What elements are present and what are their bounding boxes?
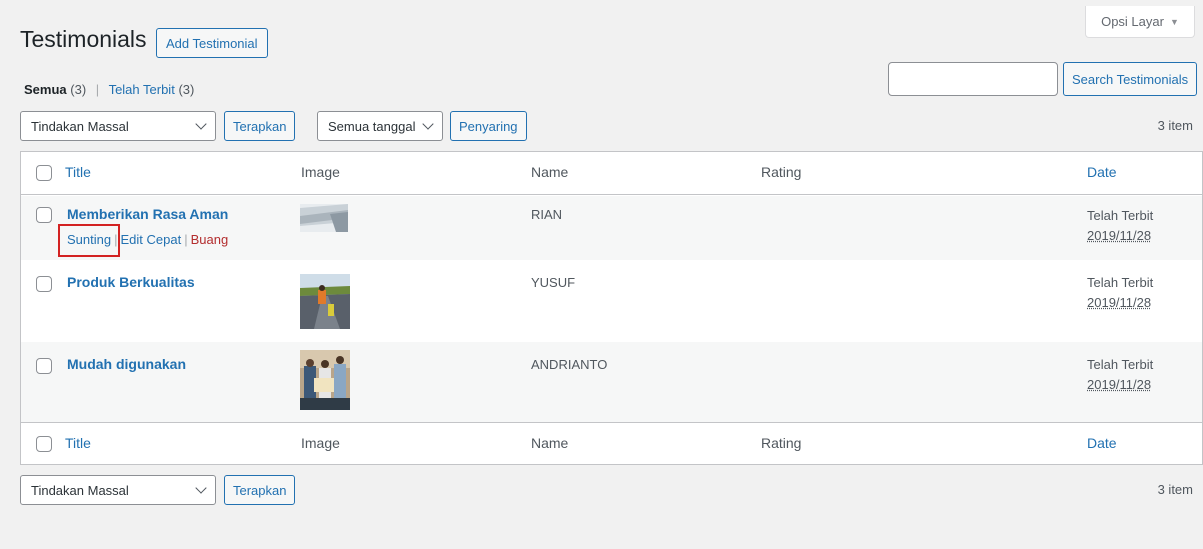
select-all-checkbox-bottom[interactable]: [36, 436, 52, 452]
add-testimonial-button[interactable]: Add Testimonial: [156, 28, 268, 58]
date-filter-select[interactable]: Semua tanggal: [317, 111, 443, 141]
trash-link[interactable]: Buang: [191, 232, 229, 247]
row-title-link[interactable]: Memberikan Rasa Aman: [67, 206, 228, 222]
chevron-down-icon: [195, 482, 207, 494]
testimonial-image: [300, 204, 348, 232]
bulk-action-value: Tindakan Massal: [31, 482, 129, 498]
filter-separator: |: [95, 82, 100, 97]
row-checkbox[interactable]: [36, 358, 52, 374]
row-title-link[interactable]: Mudah digunakan: [67, 356, 186, 372]
screen-options-label: Opsi Layar: [1101, 14, 1164, 29]
screen-options-button[interactable]: Opsi Layar ▼: [1085, 6, 1195, 38]
apply-button-top[interactable]: Terapkan: [224, 111, 296, 141]
column-title-sort[interactable]: Title: [65, 435, 91, 451]
row-date: Telah Terbit 2019/11/28: [1087, 273, 1153, 313]
date-filter-value: Semua tanggal: [328, 118, 416, 134]
bulk-action-value: Tindakan Massal: [31, 118, 129, 134]
column-image: Image: [301, 435, 340, 451]
items-count-top: 3 item: [1157, 118, 1193, 133]
caret-down-icon: ▼: [1169, 16, 1179, 27]
column-name: Name: [531, 435, 569, 451]
search-input[interactable]: [888, 62, 1058, 96]
testimonial-image: [300, 274, 350, 329]
quick-edit-link[interactable]: Edit Cepat: [120, 232, 181, 247]
table-footer-row: Title Image Name Rating Date: [21, 422, 1202, 465]
table-row: Memberikan Rasa Aman Sunting | Edit Cepat |…: [21, 196, 1202, 260]
row-status: Telah Terbit: [1087, 275, 1154, 290]
page-title: Testimonials: [20, 26, 147, 52]
chevron-down-icon: [195, 118, 207, 130]
testimonial-image: [300, 350, 350, 410]
status-filters: Semua (3) | Telah Terbit (3): [24, 82, 194, 97]
row-checkbox[interactable]: [36, 207, 52, 223]
items-count-bottom: 3 item: [1157, 482, 1193, 497]
filter-button[interactable]: Penyaring: [450, 111, 527, 141]
row-date-value: 2019/11/28: [1087, 377, 1152, 392]
bulk-action-select-bottom[interactable]: Tindakan Massal: [20, 475, 216, 505]
filter-published-link[interactable]: Telah Terbit: [109, 82, 175, 97]
highlight-box: [58, 224, 120, 257]
row-date-value: 2019/11/28: [1087, 295, 1152, 310]
filter-all-link[interactable]: Semua: [24, 82, 67, 97]
select-all-checkbox[interactable]: [36, 165, 52, 181]
chevron-down-icon: [422, 118, 434, 130]
row-date: Telah Terbit 2019/11/28: [1087, 206, 1153, 246]
testimonials-table: Title Image Name Rating Date Memberikan …: [20, 151, 1203, 465]
column-date-sort[interactable]: Date: [1087, 164, 1117, 180]
row-name: RIAN: [531, 207, 563, 222]
row-name: ANDRIANTO: [531, 357, 608, 372]
column-rating: Rating: [761, 164, 802, 180]
column-name: Name: [531, 164, 569, 180]
table-row: Produk Berkualitas YUSUF Telah Terbit 20…: [21, 260, 1202, 342]
action-divider: |: [184, 232, 188, 247]
row-status: Telah Terbit: [1087, 208, 1154, 223]
row-name: YUSUF: [531, 275, 576, 290]
filter-published-count: (3): [178, 82, 195, 97]
row-date: Telah Terbit 2019/11/28: [1087, 355, 1153, 395]
row-title-link[interactable]: Produk Berkualitas: [67, 274, 195, 290]
column-rating: Rating: [761, 435, 802, 451]
row-status: Telah Terbit: [1087, 357, 1154, 372]
column-title-sort[interactable]: Title: [65, 164, 91, 180]
column-date-sort[interactable]: Date: [1087, 435, 1117, 451]
row-date-value: 2019/11/28: [1087, 228, 1152, 243]
apply-button-bottom[interactable]: Terapkan: [224, 475, 296, 505]
search-testimonials-button[interactable]: Search Testimonials: [1063, 62, 1198, 96]
table-row: Mudah digunakan ANDRIANTO Telah Terbit 2…: [21, 342, 1202, 422]
filter-all-count: (3): [70, 82, 87, 97]
column-image: Image: [301, 164, 340, 180]
row-checkbox[interactable]: [36, 276, 52, 292]
bulk-action-select-top[interactable]: Tindakan Massal: [20, 111, 216, 141]
table-header-row: Title Image Name Rating Date: [21, 152, 1202, 195]
